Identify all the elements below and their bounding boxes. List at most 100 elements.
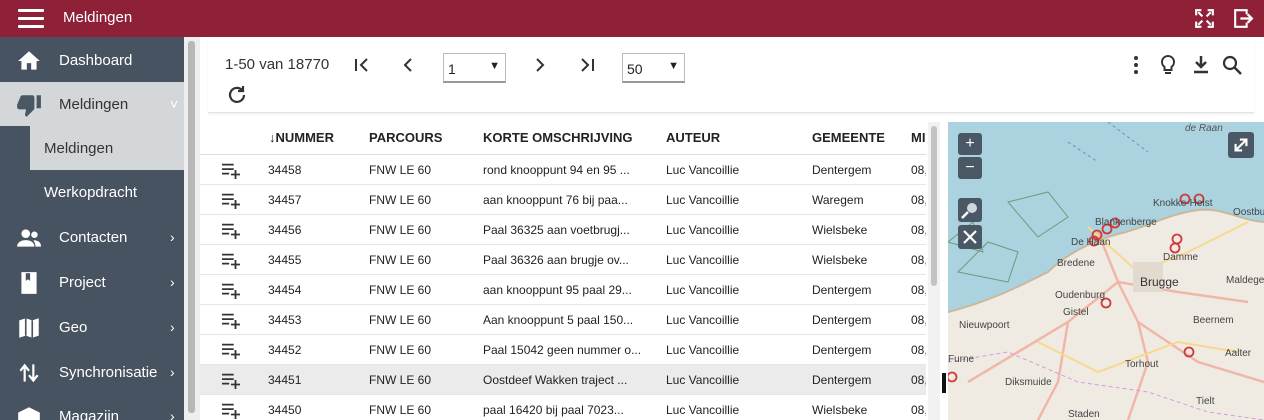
playlist-add-icon[interactable] (220, 221, 242, 239)
playlist-add-icon[interactable] (220, 311, 242, 329)
table-row[interactable]: 34456 FNW LE 60 Paal 36325 aan voetbrugj..… (200, 215, 926, 245)
scrollbar-thumb[interactable] (188, 41, 195, 413)
map-label: Diksmuide (1005, 377, 1052, 388)
scrollbar-thumb[interactable] (931, 126, 937, 286)
sidebar-subitem-meldingen[interactable]: Meldingen (30, 126, 184, 170)
sidebar-item-geo[interactable]: Geo › (0, 305, 184, 349)
table-row[interactable]: 34455 FNW LE 60 Paal 36326 aan brugje ov..… (200, 245, 926, 275)
map-view[interactable]: de Raan Knokke-Heist Oostbu Blankenberge… (948, 122, 1264, 420)
chevron-down-icon: ˅ (170, 96, 179, 112)
table-cell: aan knooppunt 76 bij paa... (483, 193, 628, 207)
sidebar: Dashboard Meldingen ˅ Meldingen Werkopdr… (0, 37, 184, 420)
table-row[interactable]: 34450 FNW LE 60 paal 16420 bij paal 7023..… (200, 395, 926, 420)
map-label: Bredene (1057, 258, 1095, 269)
map-label: Furne (948, 354, 975, 365)
table-cell: Luc Vancoillie (666, 283, 740, 297)
sidebar-scrollbar[interactable] (184, 37, 200, 420)
map-label: Blankenberge (1095, 217, 1157, 228)
table-scrollbar[interactable] (928, 122, 940, 420)
resize-handle[interactable] (942, 373, 946, 393)
table-row[interactable]: 34458 FNW LE 60 rond knooppunt 94 en 95 ..… (200, 155, 926, 185)
table-cell: Dentergem (812, 313, 872, 327)
chevron-right-icon: › (170, 274, 175, 290)
table-cell: Wielsbeke (812, 223, 868, 237)
sidebar-item-magazijn[interactable]: Magazijn › (0, 394, 184, 420)
table-cell: FNW LE 60 (369, 283, 432, 297)
table-cell: 08, (911, 283, 926, 297)
column-header-mi[interactable]: MI (911, 130, 925, 145)
zoom-out-button[interactable]: − (958, 157, 982, 179)
column-header-gemeente[interactable]: GEMEENTE (812, 130, 885, 145)
playlist-add-icon[interactable] (220, 191, 242, 209)
playlist-add-icon[interactable] (220, 401, 242, 419)
sidebar-item-meldingen[interactable]: Meldingen ˅ (0, 82, 184, 126)
map-label: Oostbu (1233, 207, 1264, 218)
table-cell: Waregem (812, 193, 864, 207)
chevron-right-icon: › (170, 229, 175, 245)
last-page-icon[interactable] (575, 53, 599, 77)
sidebar-subitem-werkopdracht[interactable]: Werkopdracht (30, 170, 184, 214)
table-cell: 08, (911, 253, 926, 267)
table-row[interactable]: 34453 FNW LE 60 Aan knooppunt 5 paal 150..… (200, 305, 926, 335)
table-row[interactable]: 34452 FNW LE 60 Paal 15042 geen nummer o..… (200, 335, 926, 365)
sidebar-subitem-label: Meldingen (44, 140, 114, 157)
zoom-in-button[interactable]: + (958, 133, 982, 155)
first-page-icon[interactable] (350, 53, 374, 77)
map-label: de Raan (1185, 123, 1223, 134)
table-cell: 34454 (268, 283, 302, 297)
previous-page-icon[interactable] (396, 53, 420, 77)
table-cell: Oostdeef Wakken traject ... (483, 373, 628, 387)
map-label: Aalter (1225, 348, 1252, 359)
table-cell: Luc Vancoillie (666, 193, 740, 207)
map-label: Beernem (1193, 315, 1234, 326)
table-cell: FNW LE 60 (369, 403, 432, 417)
sidebar-item-dashboard[interactable]: Dashboard (0, 38, 184, 82)
map-label: De Haan (1071, 237, 1111, 248)
download-icon[interactable] (1189, 53, 1213, 77)
dropdown-arrow-icon: ▼ (668, 60, 679, 72)
table-row[interactable]: 34451 FNW LE 60 Oostdeef Wakken traject ..… (200, 365, 926, 395)
table-row[interactable]: 34454 FNW LE 60 aan knooppunt 95 paal 29..… (200, 275, 926, 305)
sidebar-item-project[interactable]: Project › (0, 260, 184, 304)
sidebar-item-label: Project (59, 274, 106, 291)
playlist-add-icon[interactable] (220, 341, 242, 359)
close-icon[interactable] (958, 225, 982, 249)
fullscreen-icon[interactable] (1192, 6, 1217, 31)
playlist-add-icon[interactable] (220, 161, 242, 179)
table-cell: 08, (911, 343, 926, 357)
table-cell: FNW LE 60 (369, 163, 432, 177)
app-header: Meldingen (0, 0, 1264, 37)
table-cell: Paal 36325 aan voetbrugj... (483, 223, 630, 237)
search-icon[interactable] (1220, 53, 1244, 77)
column-header-parcours[interactable]: PARCOURS (369, 130, 442, 145)
table-cell: Dentergem (812, 283, 872, 297)
playlist-add-icon[interactable] (220, 281, 242, 299)
map-label: Damme (1163, 252, 1199, 263)
book-icon (21, 272, 37, 294)
table-cell: Luc Vancoillie (666, 253, 740, 267)
sync-icon (19, 363, 39, 383)
table-cell: 34452 (268, 343, 302, 357)
lightbulb-icon[interactable] (1156, 53, 1180, 77)
more-vert-icon[interactable] (1124, 53, 1148, 77)
next-page-icon[interactable] (528, 53, 552, 77)
column-header-omschrijving[interactable]: KORTE OMSCHRIJVING (483, 130, 633, 145)
column-header-nummer[interactable]: ↓NUMMER (269, 130, 334, 145)
table-row[interactable]: 34457 FNW LE 60 aan knooppunt 76 bij paa..… (200, 185, 926, 215)
column-header-auteur[interactable]: AUTEUR (666, 130, 720, 145)
magnifier-icon[interactable] (958, 198, 982, 222)
refresh-icon[interactable] (225, 83, 249, 107)
sidebar-item-synchronisatie[interactable]: Synchronisatie › (0, 350, 184, 394)
playlist-add-icon[interactable] (220, 371, 242, 389)
menu-icon[interactable] (18, 9, 44, 29)
playlist-add-icon[interactable] (220, 251, 242, 269)
logout-icon[interactable] (1231, 6, 1256, 31)
table-cell: 08, (911, 163, 926, 177)
table-cell: FNW LE 60 (369, 313, 432, 327)
map-label: Staden (1068, 409, 1100, 420)
fullscreen-map-icon[interactable] (1228, 132, 1254, 158)
sidebar-item-contacten[interactable]: Contacten › (0, 215, 184, 259)
page-select[interactable]: 1 ▼ (443, 53, 506, 83)
page-size-select[interactable]: 50 ▼ (622, 53, 685, 83)
table-cell: 08, (911, 313, 926, 327)
